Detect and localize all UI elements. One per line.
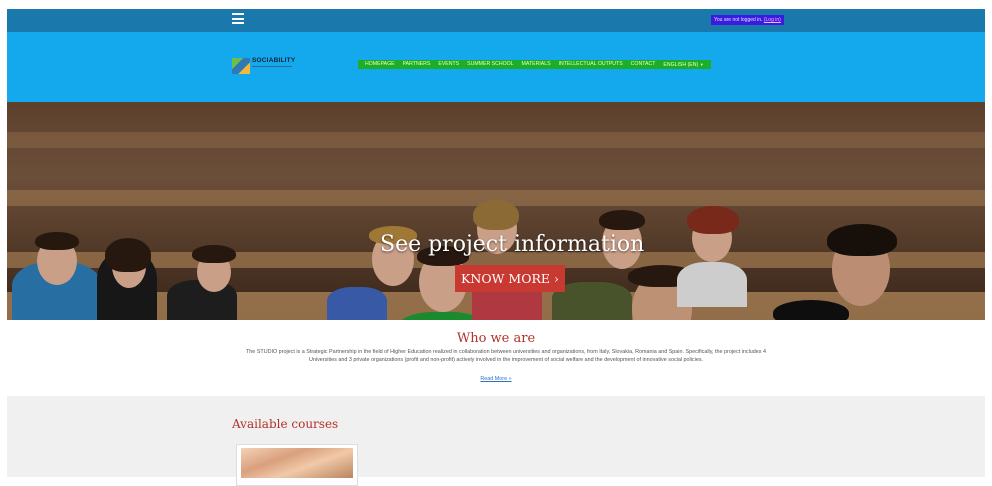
top-bar: You are not logged in. (Log in) <box>7 9 985 32</box>
language-label: ENGLISH (EN) <box>663 61 699 68</box>
read-more-link[interactable]: Read More » <box>7 376 985 382</box>
nav-summer-school[interactable]: SUMMER SCHOOL <box>467 60 513 69</box>
who-we-are-section: Who we are The STUDIO project is a Strat… <box>7 320 985 396</box>
language-selector[interactable]: ENGLISH (EN) ▼ <box>663 60 703 70</box>
who-we-are-description: The STUDIO project is a Strategic Partne… <box>246 349 766 363</box>
main-nav: HOMEPAGE PARTNERS EVENTS SUMMER SCHOOL M… <box>358 60 711 69</box>
know-more-button[interactable]: KNOW MORE › <box>455 265 565 292</box>
course-image <box>241 448 353 478</box>
course-card[interactable] <box>236 444 358 486</box>
hero-title: See project information <box>380 232 645 257</box>
logo-mark-icon <box>232 58 250 74</box>
nav-intellectual-outputs[interactable]: INTELLECTUAL OUTPUTS <box>559 60 623 69</box>
hamburger-menu-icon[interactable] <box>232 13 244 24</box>
nav-contact[interactable]: CONTACT <box>631 60 656 69</box>
hero-banner: See project information KNOW MORE › <box>7 102 985 320</box>
who-we-are-title: Who we are <box>456 331 536 346</box>
login-link[interactable]: (Log in) <box>764 17 781 23</box>
nav-events[interactable]: EVENTS <box>438 60 459 69</box>
logo-text: SOCIABILITY <box>252 57 296 64</box>
site-logo[interactable]: SOCIABILITY <box>232 56 302 76</box>
caret-down-icon: ▼ <box>699 61 704 67</box>
nav-partners[interactable]: PARTNERS <box>403 60 431 69</box>
available-courses-section: Available courses <box>7 396 985 486</box>
logo-subline <box>252 66 292 73</box>
site-header: SOCIABILITY HOMEPAGE PARTNERS EVENTS SUM… <box>7 32 985 102</box>
nav-homepage[interactable]: HOMEPAGE <box>365 60 395 69</box>
login-status-text: You are not logged in. <box>714 17 763 23</box>
login-status: You are not logged in. (Log in) <box>711 15 784 25</box>
available-courses-title: Available courses <box>232 417 339 431</box>
nav-materials[interactable]: MATERIALS <box>522 60 551 69</box>
